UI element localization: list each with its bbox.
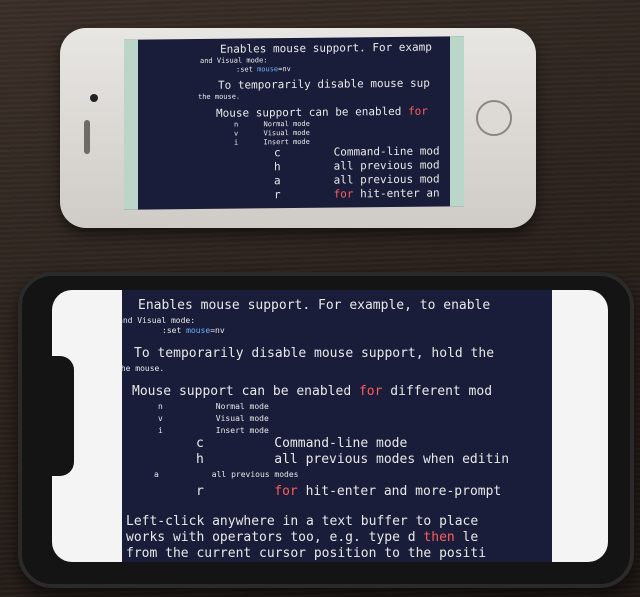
text-segment: Mouse support can be enabled bbox=[132, 384, 359, 399]
silver-phone: Enables mouse support. For examp and Visu… bbox=[60, 28, 536, 228]
terminal-line: n Normal mode bbox=[158, 402, 269, 411]
text-segment: h all previous modes when editin bbox=[196, 452, 510, 467]
black-phone: Enables mouse support. For example, to e… bbox=[18, 272, 634, 588]
text-segment: :set bbox=[236, 65, 258, 74]
terminal-line: works with operators too, e.g. type d th… bbox=[126, 530, 478, 545]
text-segment: the mouse. bbox=[116, 364, 165, 373]
terminal-line: v Visual mode bbox=[158, 414, 269, 423]
terminal-line: n Normal mode bbox=[234, 120, 310, 129]
terminal-line: and Visual mode: bbox=[200, 56, 267, 65]
text-segment: different mod bbox=[382, 384, 493, 399]
text-segment: n Normal mode bbox=[158, 402, 269, 411]
text-segment: To temporarily disable mouse support, ho… bbox=[134, 346, 495, 361]
silver-phone-screen: Enables mouse support. For examp and Visu… bbox=[124, 36, 464, 210]
keyword-highlight: then bbox=[423, 530, 455, 545]
text-segment: :set bbox=[162, 326, 187, 335]
terminal-line: Mouse support can be enabled for differe… bbox=[132, 384, 492, 399]
terminal-line: i Insert mode bbox=[158, 426, 269, 435]
front-camera-icon bbox=[90, 94, 98, 102]
terminal-line: :set mouse=nv bbox=[236, 65, 291, 74]
terminal-line: r for hit-enter and more-prompt bbox=[196, 484, 501, 499]
black-phone-screen: Enables mouse support. For example, to e… bbox=[52, 290, 608, 562]
terminal-line: To temporarily disable mouse support, ho… bbox=[134, 346, 494, 361]
vim-help-text: Enables mouse support. For example, to e… bbox=[122, 290, 552, 562]
text-segment: le bbox=[454, 530, 479, 545]
text-segment: Enables mouse support. For examp bbox=[220, 40, 432, 56]
terminal-line: a all previous mod bbox=[274, 172, 440, 187]
option-highlight: mouse bbox=[186, 326, 211, 335]
terminal-line: c Command-line mode bbox=[196, 436, 407, 451]
home-button[interactable] bbox=[476, 100, 512, 136]
text-segment: h all previous mod bbox=[274, 158, 440, 174]
text-segment: r bbox=[196, 484, 275, 499]
text-segment: a all previous mod bbox=[274, 172, 440, 188]
text-segment: To temporarily disable mouse sup bbox=[218, 76, 430, 92]
text-segment: n Normal mode bbox=[234, 119, 310, 129]
option-highlight: mouse bbox=[257, 65, 279, 74]
terminal-line: r for hit-enter an bbox=[274, 186, 440, 201]
terminal-line: c Command-line mod bbox=[274, 144, 440, 159]
terminal-line: :set mouse=nv bbox=[162, 326, 225, 335]
text-segment: Left-click anywhere in a text buffer to … bbox=[126, 514, 479, 529]
text-segment: a all previous modes bbox=[154, 470, 299, 479]
terminal-line: Enables mouse support. For examp bbox=[220, 41, 432, 56]
text-segment: hit-enter an bbox=[353, 186, 440, 201]
terminal-line: Mouse support can be enabled for bbox=[216, 105, 428, 120]
text-segment: from the current cursor position to the … bbox=[126, 546, 487, 561]
text-segment: hit-enter and more-prompt bbox=[297, 484, 502, 499]
text-segment: c Command-line mod bbox=[274, 144, 440, 160]
keyword-highlight: for bbox=[358, 384, 383, 399]
terminal-line: from the current cursor position to the … bbox=[126, 546, 486, 561]
screen-notch bbox=[48, 356, 74, 476]
text-segment: =nv bbox=[210, 326, 225, 335]
vim-help-text: Enables mouse support. For examp and Visu… bbox=[138, 36, 450, 209]
keyword-highlight: for bbox=[408, 104, 428, 118]
terminal-line: a all previous modes bbox=[154, 470, 299, 479]
terminal-line: h all previous mod bbox=[274, 158, 440, 173]
earpiece-speaker bbox=[84, 120, 90, 154]
keyword-highlight: for bbox=[333, 187, 354, 201]
text-segment: c Command-line mode bbox=[196, 436, 408, 451]
terminal-line: and Visual mode: bbox=[118, 316, 196, 325]
text-segment: and Visual mode: bbox=[118, 316, 196, 325]
text-segment: v Visual mode bbox=[234, 128, 310, 138]
text-segment: v Visual mode bbox=[158, 414, 269, 423]
terminal-line: Left-click anywhere in a text buffer to … bbox=[126, 514, 478, 529]
terminal-line: h all previous modes when editin bbox=[196, 452, 509, 467]
terminal-line: the mouse. bbox=[116, 364, 165, 373]
text-segment: Enables mouse support. For example, to e… bbox=[138, 298, 491, 313]
text-segment: i Insert mode bbox=[158, 426, 269, 435]
terminal-line: Enables mouse support. For example, to e… bbox=[138, 298, 490, 313]
text-segment: the mouse. bbox=[198, 92, 241, 102]
terminal-line: the mouse. bbox=[198, 93, 240, 101]
terminal-line: To temporarily disable mouse sup bbox=[218, 77, 430, 92]
text-segment: and Visual mode: bbox=[200, 56, 268, 65]
text-segment: r bbox=[274, 187, 334, 202]
text-segment: works with operators too, e.g. type d bbox=[126, 530, 424, 545]
keyword-highlight: for bbox=[274, 484, 298, 499]
text-segment: Mouse support can be enabled bbox=[216, 104, 409, 120]
text-segment: =nv bbox=[278, 65, 291, 74]
terminal-line: v Visual mode bbox=[234, 129, 310, 138]
